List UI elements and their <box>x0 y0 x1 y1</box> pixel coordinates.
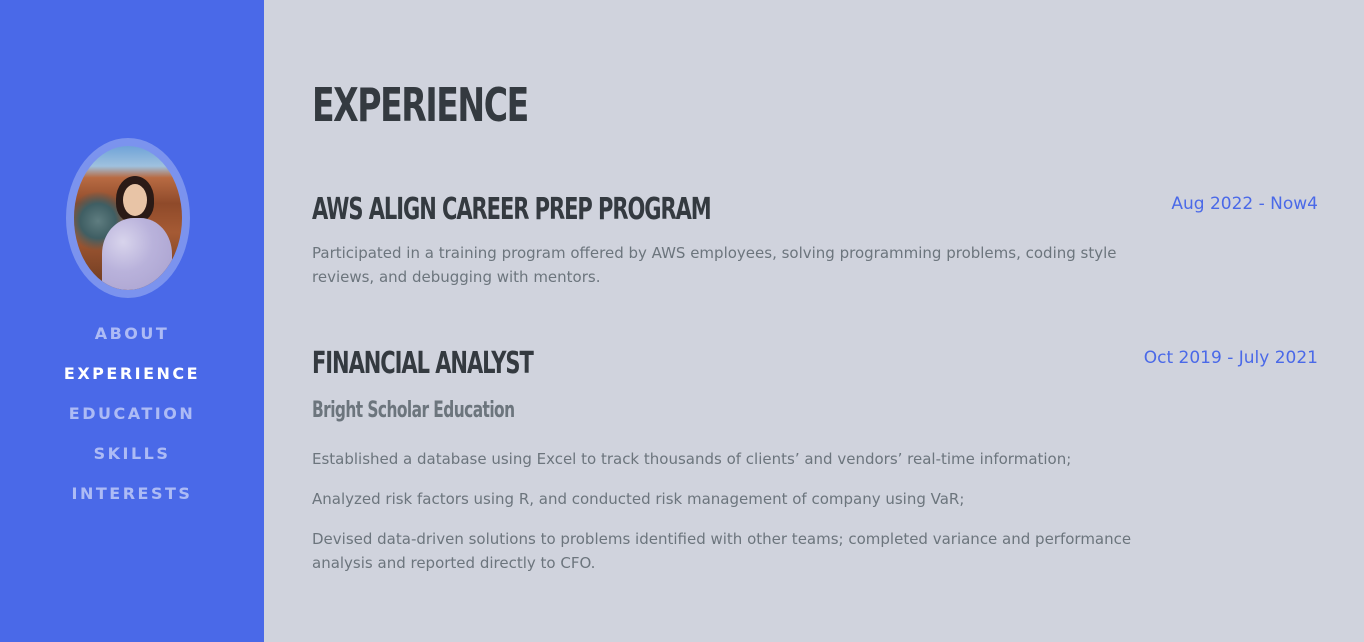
job-description: Established a database using Excel to tr… <box>312 450 1072 468</box>
job-description: Participated in a training program offer… <box>312 244 1117 286</box>
photo-dress <box>102 218 172 290</box>
sidebar: ABOUT EXPERIENCE EDUCATION SKILLS INTERE… <box>0 0 264 642</box>
job-title: FINANCIAL ANALYST <box>312 346 534 381</box>
job-description: Analyzed risk factors using R, and condu… <box>312 490 965 508</box>
nav-item-skills[interactable]: SKILLS <box>0 436 264 476</box>
job-date: Oct 2019 - July 2021 <box>1143 348 1318 368</box>
job-title: AWS ALIGN CAREER PREP PROGRAM <box>312 192 712 227</box>
page-title: EXPERIENCE <box>312 78 529 132</box>
photo-face <box>123 184 147 216</box>
avatar <box>66 138 190 298</box>
nav-item-interests[interactable]: INTERESTS <box>0 476 264 516</box>
sidebar-nav: ABOUT EXPERIENCE EDUCATION SKILLS INTERE… <box>0 316 264 516</box>
job-company: Bright Scholar Education <box>312 398 515 423</box>
nav-item-about[interactable]: ABOUT <box>0 316 264 356</box>
job-date: Aug 2022 - Now4 <box>1171 194 1318 214</box>
nav-item-experience[interactable]: EXPERIENCE <box>0 356 264 396</box>
profile-photo <box>74 146 182 290</box>
nav-item-education[interactable]: EDUCATION <box>0 396 264 436</box>
job-description: Devised data-driven solutions to problem… <box>312 530 1132 572</box>
